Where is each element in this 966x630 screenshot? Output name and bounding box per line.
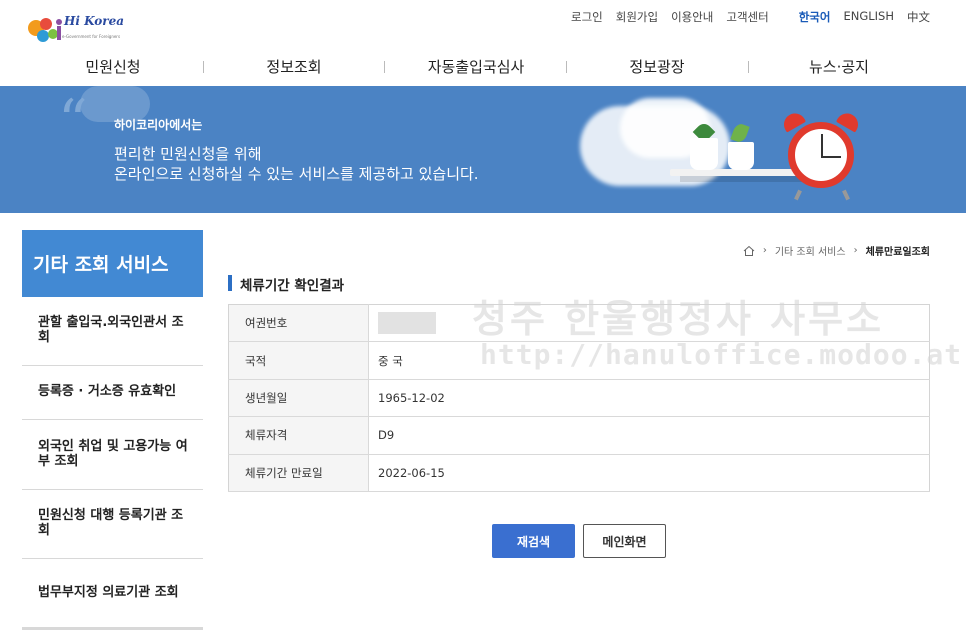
sidebar-item-office-lookup[interactable]: 관할 출입국.외국인관서 조회: [22, 297, 203, 366]
banner-text-line1: 편리한 민원신청을 위해: [114, 145, 262, 163]
logo-subtext: e-Government for Foreigners: [62, 34, 121, 39]
utility-nav: 로그인 회원가입 이용안내 고객센터 한국어 ENGLISH 中文: [571, 9, 930, 25]
nav-divider: [203, 61, 204, 73]
row-value-expiry: 2022-06-15: [368, 454, 930, 492]
sidebar-item-agency-lookup[interactable]: 민원신청 대행 등록기관 조회: [22, 490, 203, 559]
nav-divider: [566, 61, 567, 73]
section-title: 체류기간 확인결과: [240, 278, 345, 294]
sidebar-item-employment-check[interactable]: 외국인 취업 및 고용가능 여부 조회: [22, 420, 203, 490]
clock-leg: [842, 189, 850, 201]
nav-divider: [384, 61, 385, 73]
login-link[interactable]: 로그인: [571, 9, 603, 25]
hero-banner: “ 하이코리아에서는 편리한 민원신청을 위해 온라인으로 신청하실 수 있는 …: [0, 86, 966, 213]
breadcrumb-level1[interactable]: 기타 조회 서비스: [775, 243, 846, 258]
nav-item-civil-petition[interactable]: 민원신청: [85, 56, 140, 77]
lang-english-link[interactable]: ENGLISH: [843, 9, 894, 25]
chevron-right-icon: ›: [762, 245, 767, 256]
support-link[interactable]: 고객센터: [726, 9, 768, 25]
row-label-nationality: 국적: [228, 341, 369, 380]
signup-link[interactable]: 회원가입: [616, 9, 658, 25]
guide-link[interactable]: 이용안내: [671, 9, 713, 25]
plant-leaf-icon: [730, 122, 750, 144]
plant-pot-icon: [690, 138, 718, 170]
table-row: 체류기간 만료일 2022-06-15: [228, 454, 930, 492]
row-label-passport: 여권번호: [228, 304, 369, 343]
clock-hand: [821, 156, 841, 158]
nav-item-info-plaza[interactable]: 정보광장: [629, 56, 684, 77]
home-icon[interactable]: [743, 245, 755, 257]
nav-item-info-inquiry[interactable]: 정보조회: [266, 56, 321, 77]
chevron-right-icon: ›: [853, 245, 858, 256]
row-value-nationality: 중 국: [368, 341, 930, 380]
row-value-status: D9: [368, 416, 930, 455]
table-row: 체류자격 D9: [228, 416, 930, 455]
banner-text-line2: 온라인으로 신청하실 수 있는 서비스를 제공하고 있습니다.: [114, 165, 479, 183]
nav-item-news-notice[interactable]: 뉴스·공지: [809, 56, 869, 77]
row-value-passport: [368, 304, 930, 343]
row-label-birthdate: 생년월일: [228, 379, 369, 418]
sidebar-title: 기타 조회 서비스: [22, 230, 203, 297]
plant-pot-icon: [728, 142, 754, 170]
table-row: 생년월일 1965-12-02: [228, 379, 930, 418]
logo-text: Hi Korea: [64, 14, 124, 28]
banner-subtitle: 하이코리아에서는: [114, 118, 203, 132]
breadcrumb: › 기타 조회 서비스 › 체류만료일조회: [743, 243, 930, 258]
quote-mark-icon: “: [58, 87, 88, 155]
research-button[interactable]: 재검색: [492, 524, 575, 558]
clock-leg: [794, 189, 802, 201]
breadcrumb-current: 체류만료일조회: [865, 247, 930, 258]
row-value-birthdate: 1965-12-02: [368, 379, 930, 418]
lang-korean-link[interactable]: 한국어: [799, 9, 831, 25]
section-title-marker: [228, 275, 232, 291]
table-row: 국적 중 국: [228, 341, 930, 380]
row-label-status: 체류자격: [228, 416, 369, 455]
redacted-mask: [378, 312, 436, 335]
nav-divider: [748, 61, 749, 73]
util-spacer: [782, 9, 786, 25]
table-row: 여권번호: [228, 304, 930, 343]
result-table: 여권번호 국적 중 국 생년월일 1965-12-02 체류자격 D9 체류기간…: [228, 304, 930, 492]
sidebar-item-card-validity[interactable]: 등록증 · 거소증 유효확인: [22, 366, 203, 420]
lang-chinese-link[interactable]: 中文: [907, 9, 930, 25]
nav-item-auto-immigration[interactable]: 자동출입국심사: [428, 56, 525, 77]
clock-hand: [821, 134, 823, 158]
shelf-shadow: [680, 176, 810, 182]
main-nav: 민원신청 정보조회 자동출입국심사 정보광장 뉴스·공지: [0, 52, 966, 86]
main-page-button[interactable]: 메인화면: [583, 524, 666, 558]
sidebar-item-medical-institution[interactable]: 법무부지정 의료기관 조회: [22, 559, 203, 627]
row-label-expiry: 체류기간 만료일: [228, 454, 369, 492]
